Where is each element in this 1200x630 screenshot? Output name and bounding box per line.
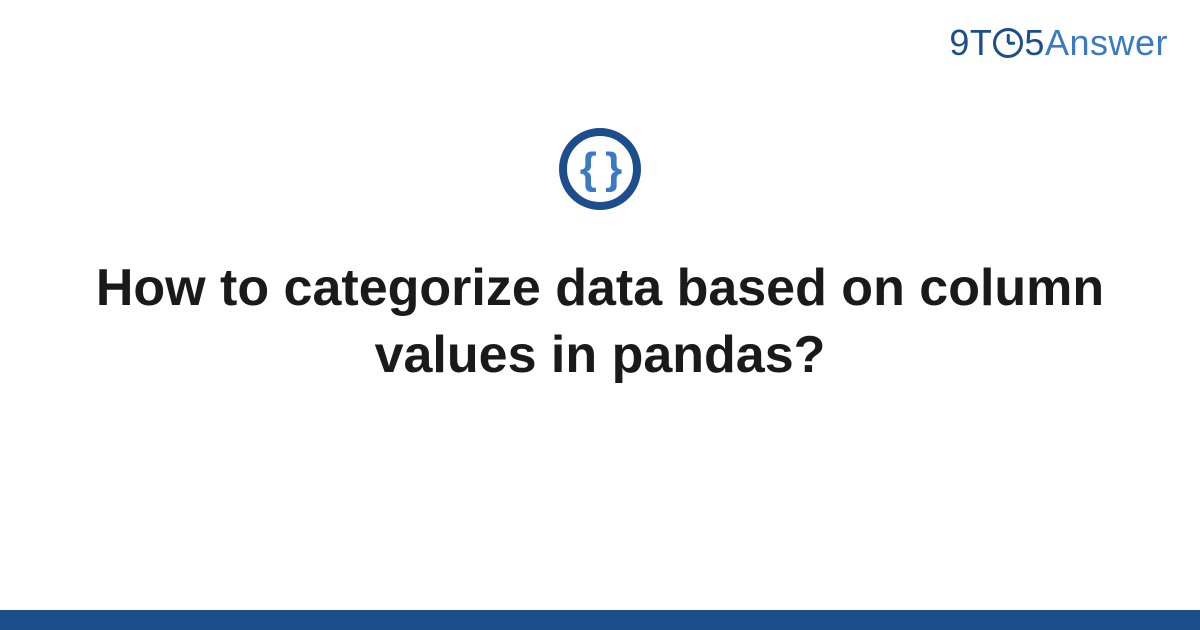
logo-text-9t: 9T bbox=[949, 22, 992, 63]
site-logo[interactable]: 9T 5Answer bbox=[949, 22, 1168, 64]
code-braces-icon: { } bbox=[580, 147, 620, 191]
footer-bar bbox=[0, 610, 1200, 630]
category-icon-circle: { } bbox=[559, 128, 641, 210]
question-title: How to categorize data based on column v… bbox=[60, 255, 1140, 388]
clock-icon bbox=[993, 28, 1023, 58]
logo-text-5: 5 bbox=[1024, 22, 1045, 63]
logo-text-answer: Answer bbox=[1045, 22, 1168, 63]
